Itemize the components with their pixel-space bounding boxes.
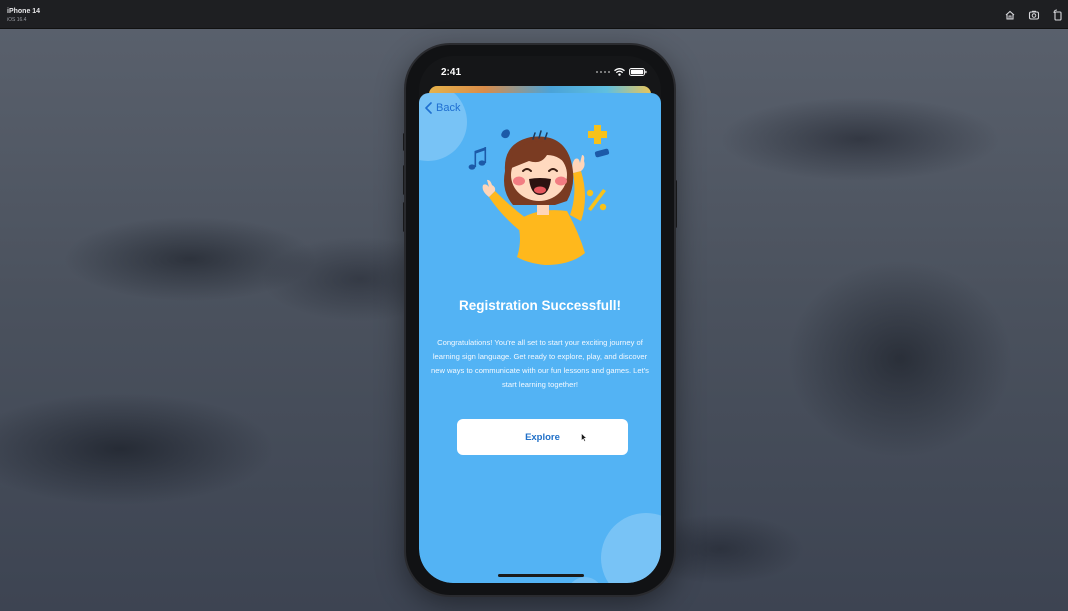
music-note-icon — [468, 147, 487, 170]
back-label: Back — [436, 102, 461, 114]
decorative-circle — [601, 513, 661, 583]
simulator-title-bar: iPhone 14 iOS 16.4 — [0, 0, 1068, 29]
status-bar: 2:41 — [419, 56, 661, 90]
rotate-icon[interactable] — [1052, 9, 1064, 21]
back-button[interactable]: Back — [425, 102, 460, 114]
explore-label: Explore — [525, 431, 560, 443]
home-indicator[interactable] — [498, 574, 584, 577]
device-name: iPhone 14 — [7, 8, 41, 15]
plus-icon — [588, 125, 607, 144]
mouse-cursor-icon — [581, 433, 587, 442]
drop-shape — [501, 129, 510, 139]
description-text: Congratulations! You're all set to start… — [431, 338, 649, 389]
percent-icon — [586, 189, 607, 211]
battery-icon — [629, 68, 647, 76]
os-version: iOS 16.4 — [7, 17, 27, 23]
chevron-left-icon — [425, 102, 432, 114]
minus-icon — [594, 148, 610, 158]
explore-button[interactable]: Explore — [457, 419, 628, 455]
signal-dots-icon — [596, 71, 610, 73]
home-icon[interactable] — [1004, 9, 1016, 21]
cheering-girl-illustration — [468, 125, 610, 265]
phone-screen: 2:41 Back Registration Successfull! Cong… — [419, 56, 661, 583]
screenshot-icon[interactable] — [1028, 9, 1040, 21]
decorative-circle — [567, 577, 603, 583]
page-title: Registration Successfull! — [458, 298, 622, 313]
power-button — [674, 180, 677, 228]
status-time: 2:41 — [441, 67, 462, 78]
wifi-icon — [614, 68, 625, 76]
success-card: Back Registration Successfull! Congratul… — [419, 93, 661, 583]
